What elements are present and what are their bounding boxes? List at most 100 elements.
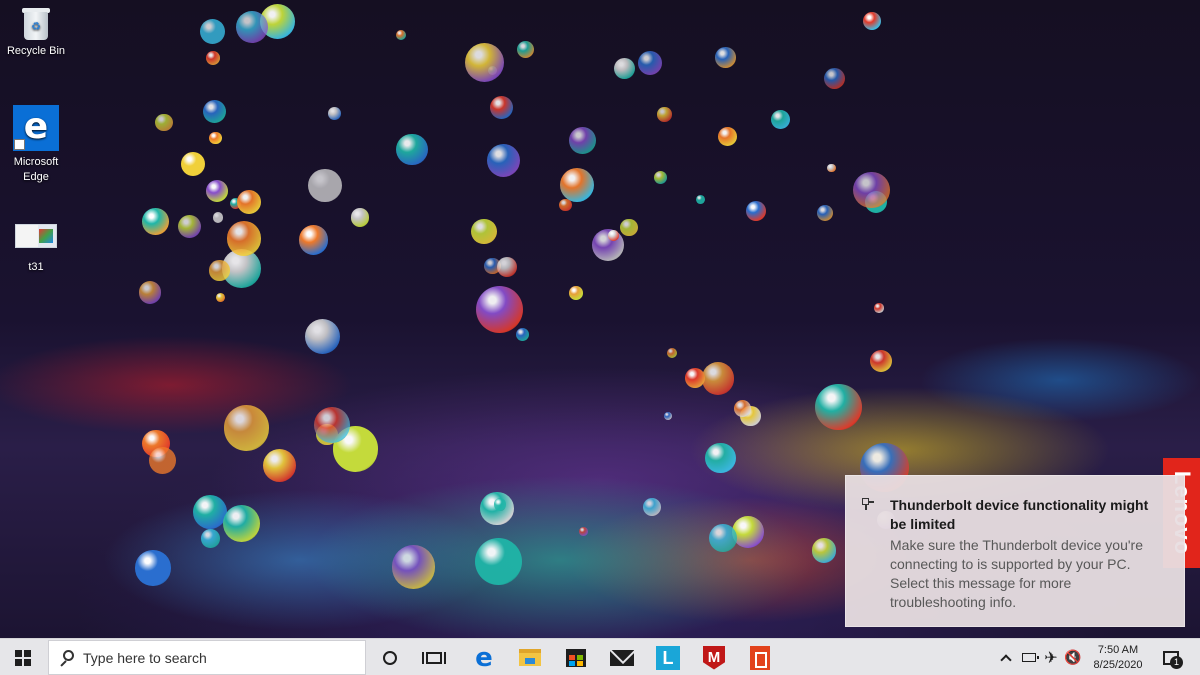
action-center-button[interactable]: 1 (1156, 639, 1186, 675)
cortana-button[interactable] (372, 639, 408, 675)
paint-droplet (236, 190, 261, 215)
paint-droplet (262, 449, 296, 483)
store-bag-icon (566, 648, 586, 667)
paint-droplet (718, 127, 738, 147)
taskbar-app-lenovo-vantage[interactable]: L (646, 639, 690, 675)
taskbar: e L M ✈ 🔇 7:50 AM 8/25/2020 1 (0, 638, 1200, 675)
paint-droplet (569, 127, 597, 154)
notification-count-badge: 1 (1170, 656, 1183, 669)
paint-droplet (853, 171, 890, 209)
airplane-mode-icon: ✈ (1044, 649, 1058, 667)
paint-droplet (304, 319, 340, 355)
paint-droplet (823, 68, 845, 90)
paint-droplet (657, 107, 672, 122)
volume-button[interactable]: 🔇 (1062, 639, 1084, 675)
taskbar-search-box[interactable] (48, 640, 366, 675)
thunderbolt-toast-notification[interactable]: Thunderbolt device functionality might b… (845, 475, 1185, 627)
paint-droplet (135, 550, 171, 586)
taskbar-app-mcafee[interactable]: M (692, 639, 736, 675)
paint-droplet (177, 215, 201, 239)
battery-button[interactable] (1018, 639, 1040, 675)
paint-droplet (709, 523, 737, 552)
paint-droplet (201, 529, 220, 548)
paint-droplet (516, 327, 530, 341)
paint-droplet (732, 516, 765, 549)
paint-droplet (745, 200, 766, 222)
paint-droplet (206, 180, 228, 202)
desktop-icon-label: t31 (28, 261, 44, 273)
paint-droplet (637, 50, 662, 75)
desktop-icon-microsoft-edge[interactable]: e Microsoft Edge (0, 105, 72, 185)
paint-droplet (569, 286, 583, 300)
thunderbolt-device-icon (862, 498, 874, 510)
paint-droplet (874, 303, 884, 313)
paint-droplet (489, 95, 514, 120)
paint-droplet (350, 208, 369, 227)
paint-droplet (701, 362, 735, 395)
paint-droplet (181, 151, 206, 176)
desktop-icon-label: Recycle Bin (6, 45, 66, 57)
task-view-icon (422, 651, 446, 664)
mail-icon (610, 649, 634, 666)
paint-droplet (396, 30, 407, 41)
toast-body: Make sure the Thunderbolt device you're … (890, 537, 1144, 610)
paint-droplet (862, 11, 882, 31)
paint-droplet (235, 11, 268, 44)
task-view-button[interactable] (416, 639, 452, 675)
paint-droplet (811, 538, 837, 564)
edge-icon: e (475, 642, 493, 673)
toast-title: Thunderbolt device functionality might b… (890, 497, 1149, 532)
show-hidden-icons-button[interactable] (994, 639, 1018, 675)
paint-droplet (192, 495, 227, 530)
paint-droplet (209, 260, 230, 281)
paint-droplet (684, 368, 705, 388)
clock-time: 7:50 AM (1097, 643, 1139, 656)
paint-droplet (496, 256, 517, 277)
paint-droplet (696, 194, 706, 204)
paint-droplet (391, 545, 436, 590)
shortcut-arrow-icon (14, 139, 25, 150)
mcafee-shield-icon: M (703, 645, 725, 670)
search-icon (59, 649, 75, 667)
paint-droplet (815, 383, 862, 430)
paint-droplet (471, 218, 497, 244)
paint-droplet (138, 281, 162, 305)
taskbar-app-mail[interactable] (600, 639, 644, 675)
paint-droplet (476, 285, 524, 333)
lenovo-l-icon: L (656, 645, 680, 670)
desktop-icon-t31[interactable]: t31 (0, 220, 72, 275)
taskbar-app-office[interactable] (738, 639, 782, 675)
chevron-up-icon (1000, 653, 1012, 666)
clock-button[interactable]: 7:50 AM 8/25/2020 (1088, 639, 1148, 675)
paint-droplet (817, 204, 834, 221)
paint-droplet (642, 497, 661, 517)
volume-muted-icon: 🔇 (1064, 649, 1082, 665)
paint-droplet (715, 46, 736, 68)
taskbar-app-microsoft-store[interactable] (554, 639, 598, 675)
paint-droplet (663, 411, 673, 421)
paint-droplet (226, 221, 262, 256)
paint-droplet (734, 399, 752, 417)
paint-droplet (223, 405, 270, 451)
cortana-circle-icon (383, 650, 397, 665)
paint-droplet (206, 51, 220, 66)
search-input[interactable] (83, 649, 353, 666)
start-button[interactable] (0, 639, 46, 675)
taskbar-app-file-explorer[interactable] (508, 639, 552, 675)
edge-icon: e (13, 105, 59, 151)
battery-icon (1022, 653, 1039, 662)
taskbar-app-edge[interactable]: e (462, 639, 506, 675)
paint-droplet (465, 42, 505, 82)
paint-droplet (826, 163, 836, 173)
desktop-icon-recycle-bin[interactable]: ♻ Recycle Bin (0, 6, 72, 59)
paint-droplet (666, 348, 677, 359)
paint-droplet (474, 538, 522, 586)
paint-droplet (516, 40, 534, 58)
image-file-icon (15, 224, 57, 248)
paint-droplet (202, 99, 227, 124)
paint-droplet (771, 110, 791, 130)
clock-date: 8/25/2020 (1093, 658, 1143, 671)
paint-droplet (869, 349, 893, 373)
paint-droplet (620, 218, 638, 237)
network-button[interactable]: ✈ (1040, 639, 1062, 675)
